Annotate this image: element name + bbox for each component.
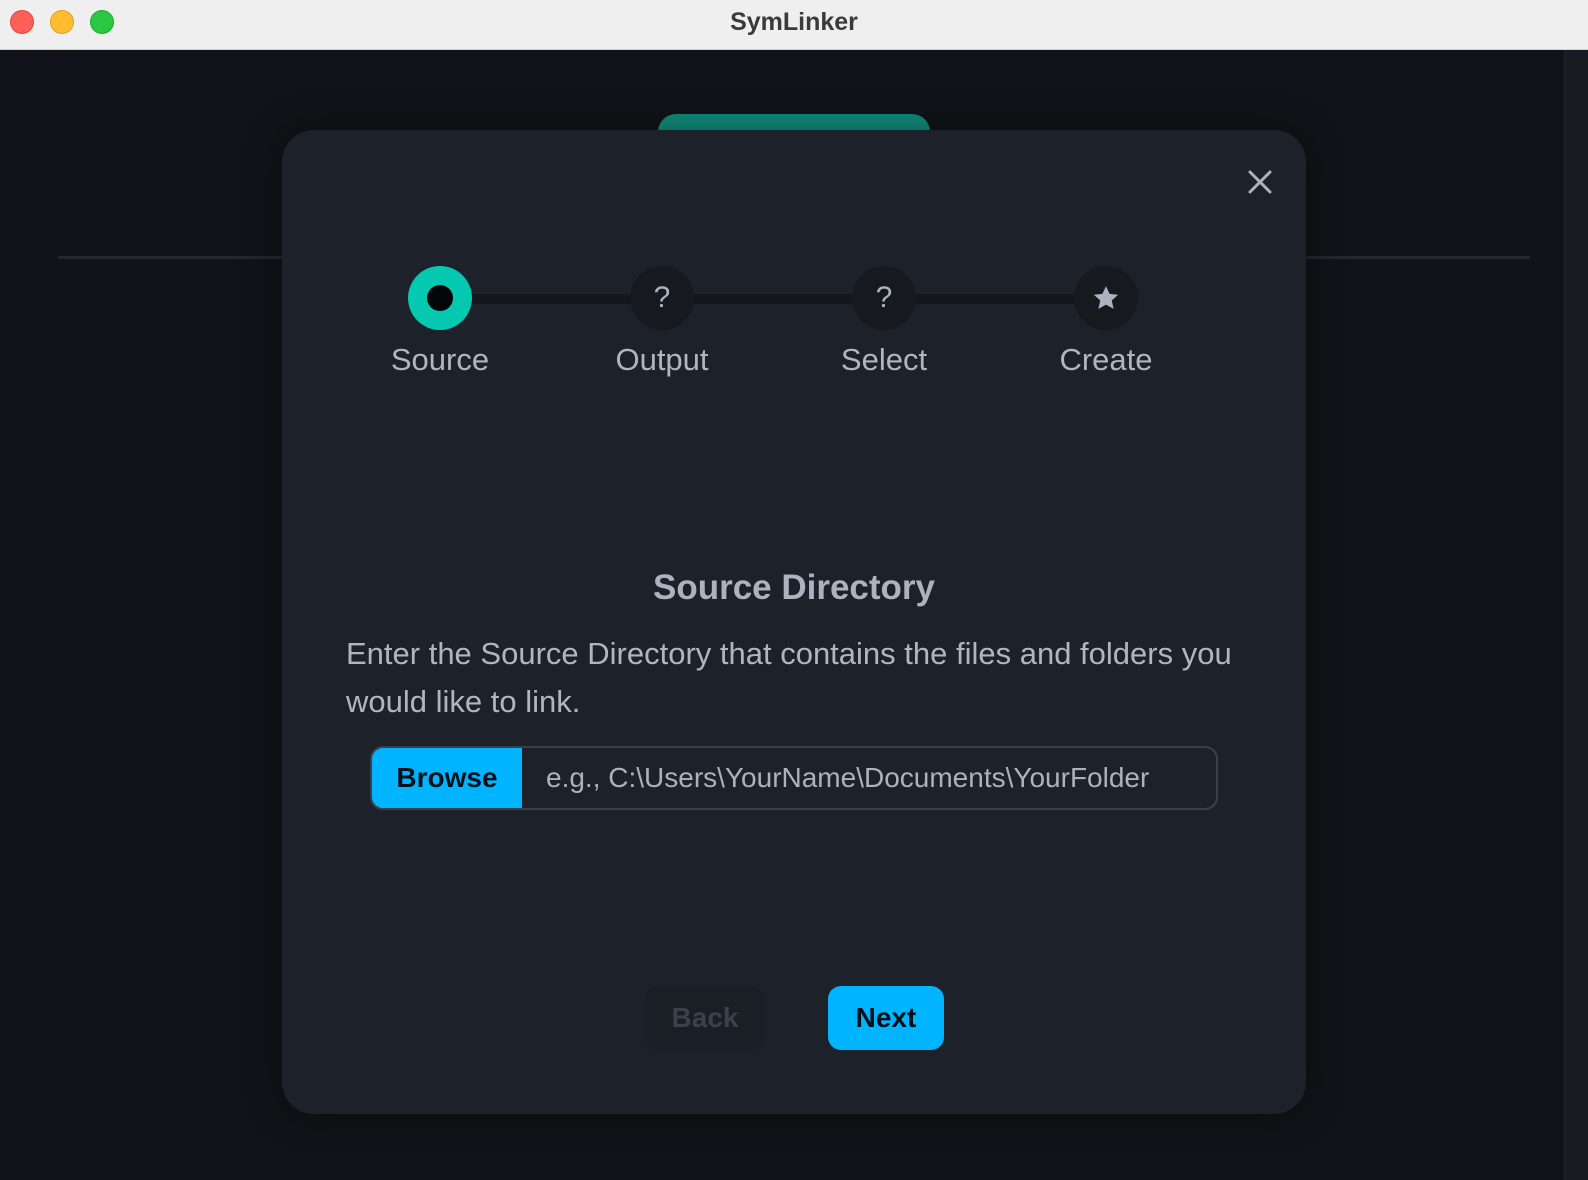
step-select-indicator: ?	[852, 266, 916, 330]
step-label-create: Create	[1059, 342, 1153, 377]
question-mark-icon: ?	[875, 281, 893, 314]
step-label-source: Source	[390, 342, 490, 377]
active-dot-icon	[427, 285, 453, 311]
close-icon	[1248, 170, 1272, 194]
section-heading: Source Directory	[652, 568, 936, 607]
step-source-indicator	[408, 266, 472, 330]
close-button[interactable]	[1242, 164, 1278, 200]
scrollbar[interactable]	[1564, 50, 1588, 1180]
star-icon	[1093, 286, 1119, 309]
title-bar: SymLinker	[0, 0, 1588, 50]
step-label-output: Output	[615, 342, 709, 377]
step-create-indicator	[1074, 266, 1138, 330]
window-title: SymLinker	[730, 8, 858, 36]
step-label-select: Select	[840, 342, 928, 377]
wizard-modal: ? ? Source Output Select Create Source D…	[282, 130, 1306, 1114]
section-description: Enter the Source Directory that contains…	[346, 636, 1232, 719]
source-path-input[interactable]	[522, 748, 1216, 808]
question-mark-icon: ?	[653, 281, 671, 314]
browse-button[interactable]: Browse	[372, 748, 522, 808]
step-output-indicator: ?	[630, 266, 694, 330]
next-button[interactable]: Next	[828, 986, 944, 1050]
stepper-track	[442, 294, 1114, 304]
back-button: Back	[646, 986, 764, 1050]
source-path-group: Browse	[370, 746, 1218, 810]
